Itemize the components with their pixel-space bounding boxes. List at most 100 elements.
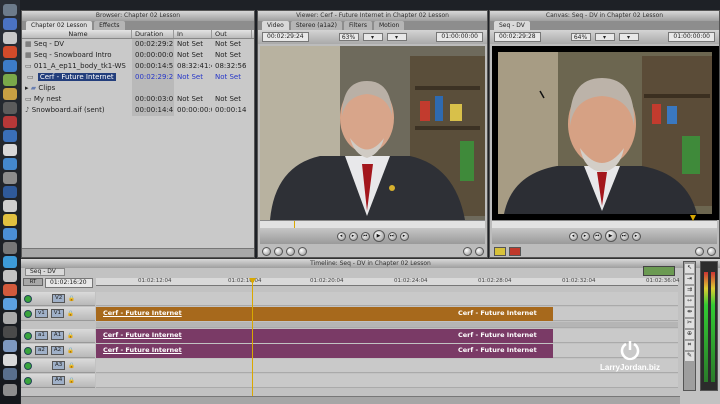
browser-scrollbar[interactable] [22, 248, 254, 257]
lock-icon[interactable]: 🔒 [67, 333, 74, 339]
app-icon[interactable] [3, 298, 17, 310]
canvas-display-popup[interactable]: ▾ [618, 33, 639, 41]
app-icon[interactable] [3, 60, 17, 72]
track-lane-a1[interactable]: Cerf - Future Internet Cerf - Future Int… [96, 329, 678, 343]
mark-clip-button[interactable] [274, 247, 283, 256]
app-icon[interactable] [3, 270, 17, 282]
viewer-zoom-popup[interactable]: 63% [338, 33, 359, 41]
app-icon[interactable] [3, 186, 17, 198]
canvas-mark-out-point-button[interactable] [707, 247, 716, 256]
tab-stereo[interactable]: Stereo (a1a2) [290, 21, 342, 30]
mark-out-point-button[interactable] [475, 247, 484, 256]
column-duration[interactable]: Duration [132, 30, 174, 38]
track-lane-a3[interactable] [96, 359, 678, 373]
add-marker-button[interactable] [298, 247, 307, 256]
tab-video[interactable]: Video [262, 21, 289, 30]
app-icon[interactable] [3, 284, 17, 296]
canvas-duration-field[interactable]: 00:02:29:28 [494, 32, 541, 42]
lock-icon[interactable]: 🔒 [67, 311, 74, 317]
track-visibility-toggle[interactable] [24, 376, 32, 385]
canvas-view-popup[interactable]: ▾ [594, 33, 615, 41]
app-icon[interactable] [3, 200, 17, 212]
app-icon[interactable] [3, 46, 17, 58]
canvas-play-in-to-out-button[interactable]: ▸ [580, 231, 590, 241]
lock-icon[interactable]: 🔒 [67, 348, 74, 354]
add-keyframe-button[interactable] [286, 247, 295, 256]
viewer-display-popup[interactable]: ▾ [386, 33, 407, 41]
column-name[interactable]: Name [22, 30, 132, 38]
source-patch[interactable]: v1 [35, 309, 48, 318]
canvas-current-timecode[interactable]: 01:00:00:00 [668, 32, 715, 42]
viewer-view-popup[interactable]: ▾ [362, 33, 383, 41]
timeline-playhead[interactable] [252, 278, 253, 398]
track-visibility-toggle[interactable] [24, 294, 32, 303]
play-around-button[interactable]: ▸ [399, 231, 409, 241]
trash-icon[interactable] [3, 384, 17, 396]
zoom-tool-icon[interactable]: ⊕ [685, 330, 694, 339]
canvas-next-edit-button[interactable]: ⏭ [619, 231, 629, 241]
app-icon[interactable] [3, 144, 17, 156]
source-patch[interactable]: a2 [35, 346, 48, 355]
track-lane-a2[interactable]: Cerf - Future Internet Cerf - Future Int… [96, 344, 678, 358]
play-button[interactable]: ▶ [372, 230, 385, 242]
crop-tool-icon[interactable]: ⌗ [685, 341, 694, 350]
app-icon[interactable] [3, 18, 17, 30]
track-lane-a4[interactable] [96, 374, 678, 388]
destination-patch[interactable]: V1 [50, 309, 65, 318]
timeline-current-timecode[interactable]: 01:02:16:20 [45, 278, 93, 288]
edit-selection-tool-icon[interactable]: ⇥ [685, 275, 694, 284]
viewer-video-frame[interactable] [260, 46, 485, 220]
app-icon[interactable] [3, 340, 17, 352]
app-icon[interactable] [3, 326, 17, 338]
viewer-current-timecode[interactable]: 01:00:00:00 [436, 32, 483, 42]
app-icon[interactable] [3, 172, 17, 184]
list-item-selected[interactable]: ▭ Cerf - Future Internet 00:02:29:2 Not … [22, 72, 254, 83]
timeline-ruler[interactable]: 01:02:12:04 01:02:16:04 01:02:20:04 01:0… [96, 278, 680, 286]
pen-tool-icon[interactable]: ✎ [685, 352, 694, 361]
destination-patch[interactable]: V2 [52, 294, 66, 303]
app-icon[interactable] [3, 116, 17, 128]
list-item[interactable]: ▭ 011_A_ep11_body_tk1-WS 00:00:14:5 08:3… [22, 61, 254, 72]
lock-icon[interactable]: 🔒 [68, 378, 75, 384]
app-icon[interactable] [3, 312, 17, 324]
tab-chapter-lesson[interactable]: Chapter 02 Lesson [26, 21, 93, 30]
column-in[interactable]: In [174, 30, 212, 38]
app-icon[interactable] [3, 158, 17, 170]
destination-patch[interactable]: A3 [52, 361, 66, 370]
play-in-to-out-button[interactable]: ▸ [348, 231, 358, 241]
timeline-scrollbar[interactable] [21, 396, 680, 404]
app-icon[interactable] [3, 74, 17, 86]
rt-popup[interactable]: RT [23, 278, 43, 286]
source-patch[interactable]: a1 [35, 331, 48, 340]
viewer-duration-field[interactable]: 00:02:29:24 [262, 32, 309, 42]
column-out[interactable]: Out [212, 30, 252, 38]
track-lane-v1[interactable]: Cerf - Future Internet Cerf - Future Int… [96, 307, 678, 321]
canvas-scrubber-bar[interactable] [492, 220, 717, 228]
tab-filters[interactable]: Filters [343, 21, 372, 30]
next-edit-button[interactable]: ⏭ [387, 231, 397, 241]
app-icon[interactable] [3, 4, 17, 16]
app-icon[interactable] [3, 256, 17, 268]
list-item[interactable]: ▸ ▰ Clips [22, 83, 254, 94]
track-divider[interactable] [96, 322, 678, 328]
destination-patch[interactable]: A1 [50, 331, 65, 340]
canvas-mark-in-button[interactable]: ◂ [568, 231, 578, 241]
roll-tool-icon[interactable]: ⇿ [685, 297, 694, 306]
app-icon[interactable] [3, 242, 17, 254]
tab-effects[interactable]: Effects [94, 21, 125, 30]
destination-patch[interactable]: A2 [50, 346, 65, 355]
track-lane-v2[interactable] [96, 292, 678, 306]
canvas-play-button[interactable]: ▶ [604, 230, 617, 242]
app-icon[interactable] [3, 214, 17, 226]
list-item[interactable]: ♪ Snowboard.aif (sent) 00:00:14:4 00:00:… [22, 105, 254, 116]
app-icon[interactable] [3, 32, 17, 44]
insert-edit-button[interactable] [494, 247, 506, 256]
app-icon[interactable] [3, 368, 17, 380]
track-visibility-toggle[interactable] [24, 309, 32, 318]
mark-in-point-button[interactable] [463, 247, 472, 256]
app-icon[interactable] [3, 130, 17, 142]
track-visibility-toggle[interactable] [24, 361, 32, 370]
tab-motion[interactable]: Motion [373, 21, 405, 30]
match-frame-button[interactable] [262, 247, 271, 256]
mark-in-button[interactable]: ◂ [336, 231, 346, 241]
